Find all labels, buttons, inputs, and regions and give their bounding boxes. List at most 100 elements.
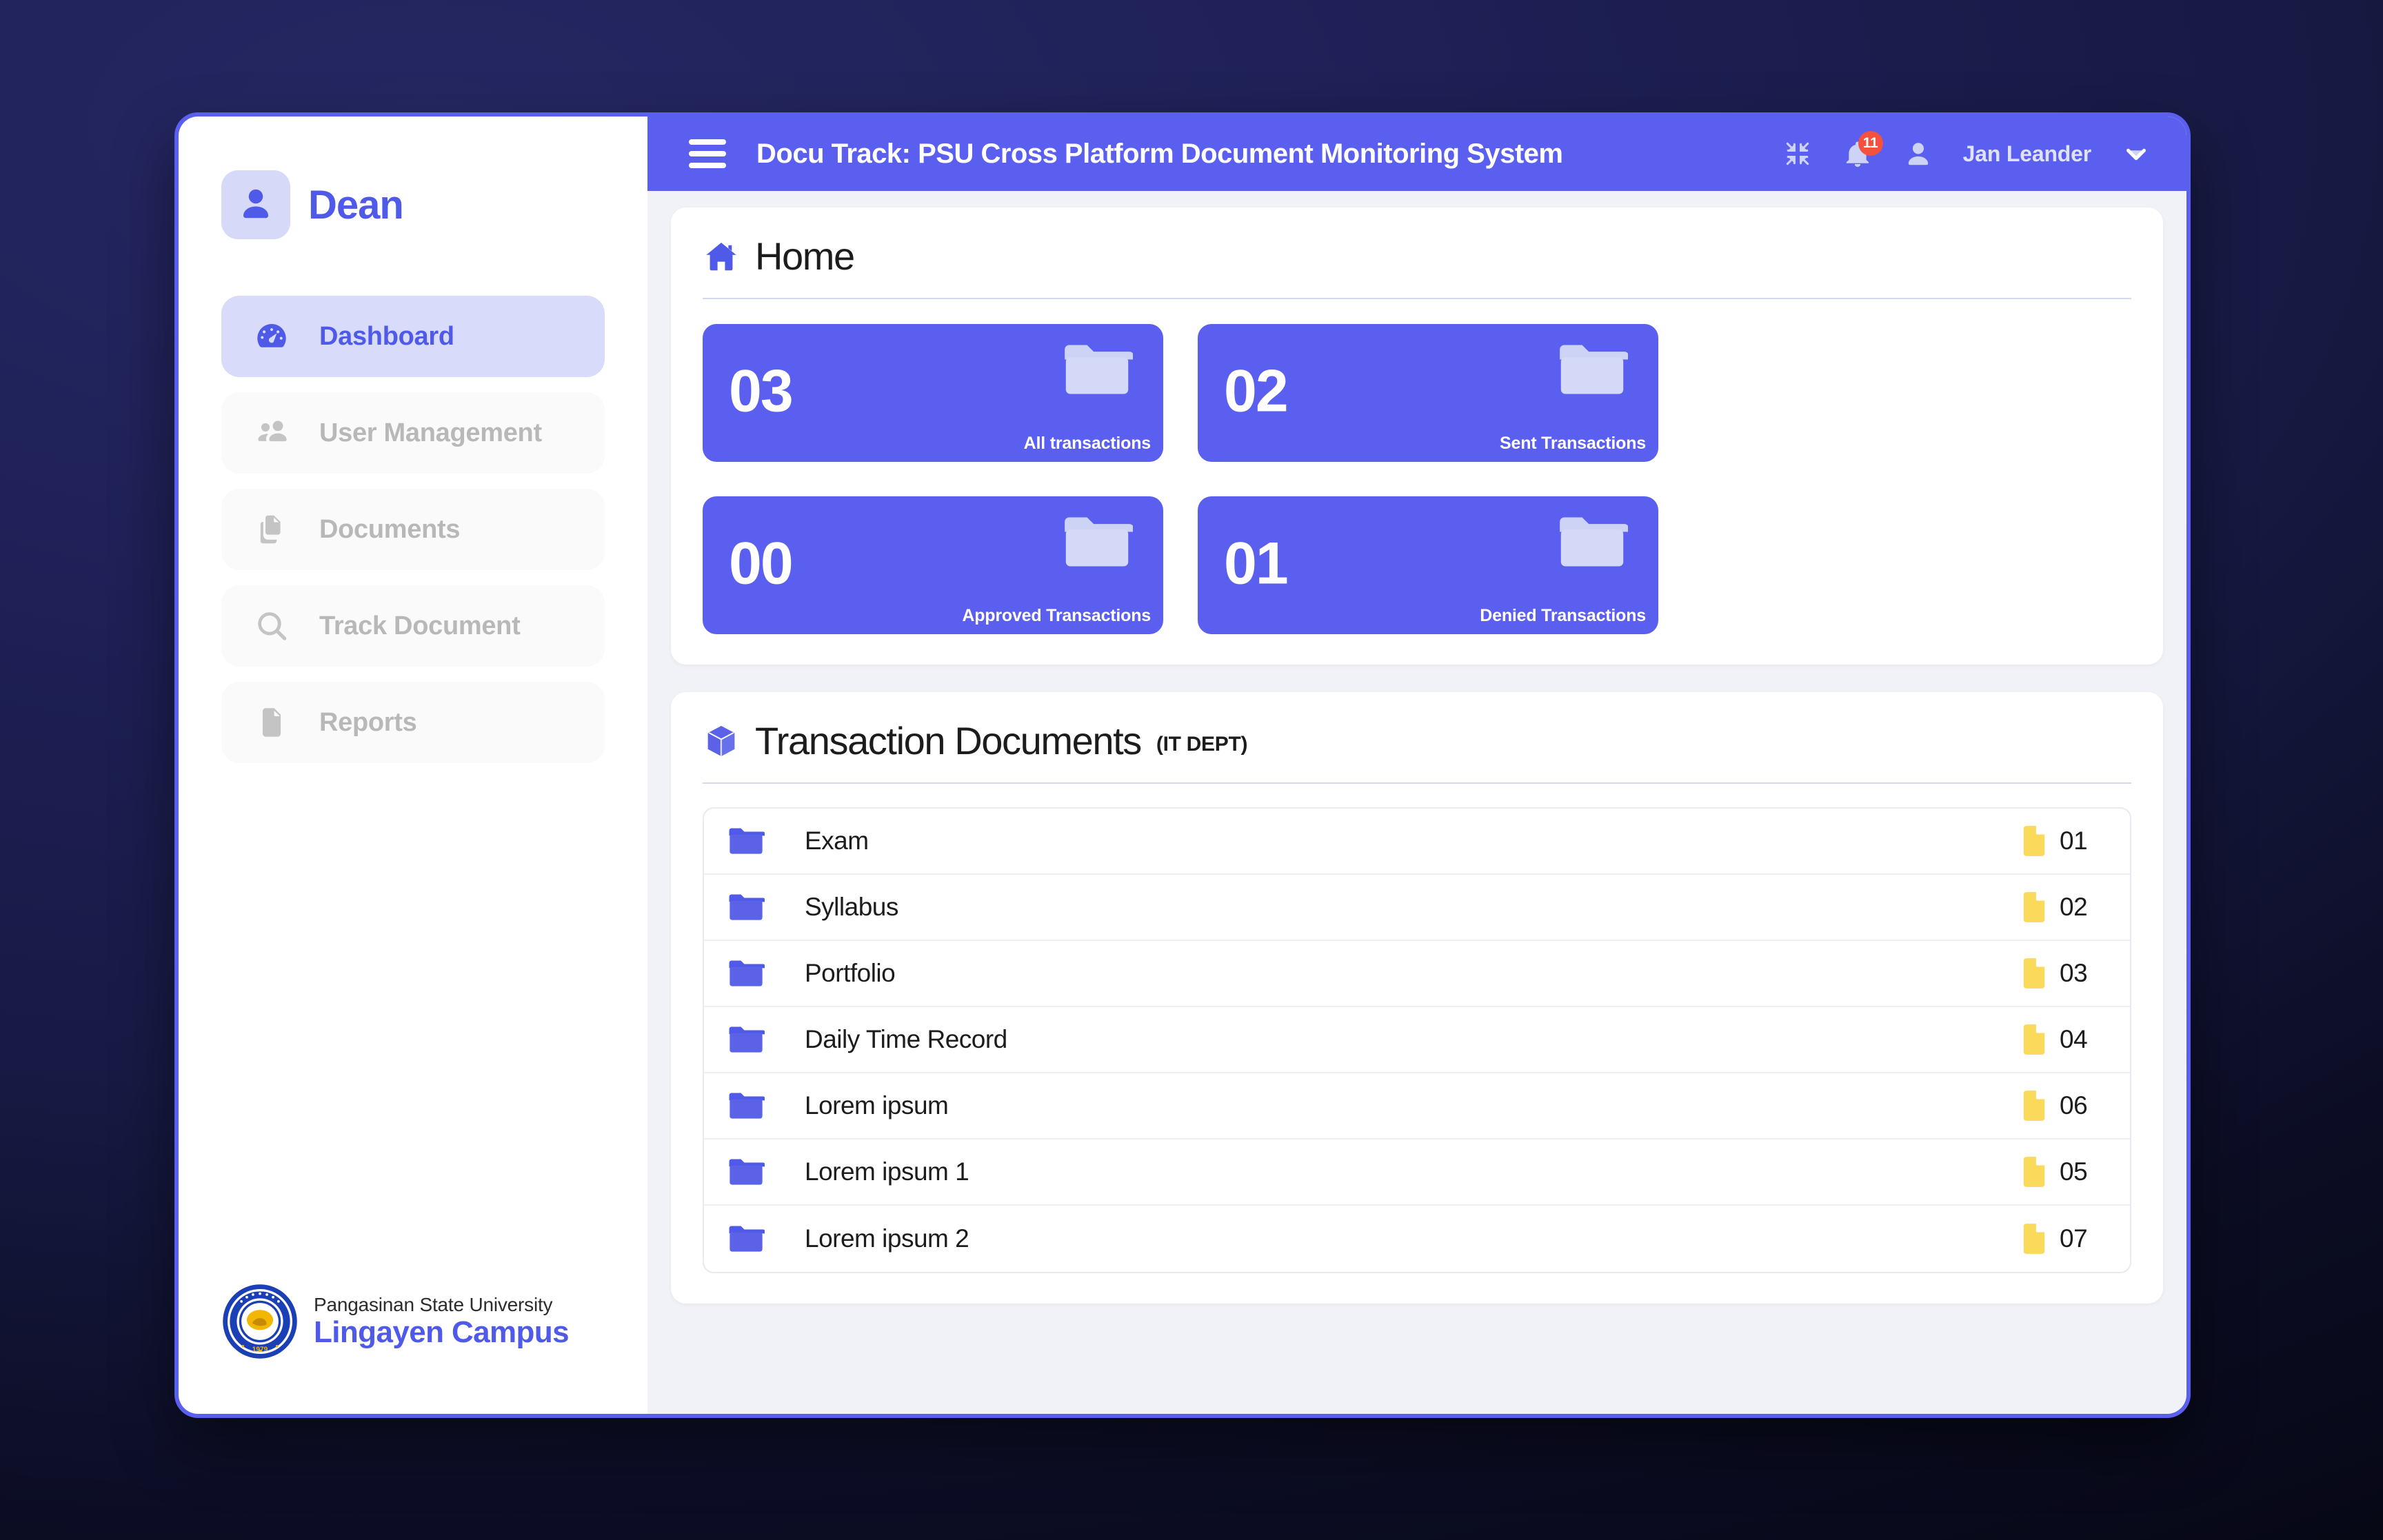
document-count-group: 02	[2021, 891, 2102, 923]
file-icon	[2023, 1024, 2045, 1055]
document-name: Lorem ipsum 2	[805, 1224, 969, 1253]
document-count: 04	[2060, 1025, 2088, 1053]
folder-icon	[729, 894, 765, 920]
file-icon	[2023, 826, 2045, 856]
psu-seal-icon: 1979	[223, 1284, 297, 1359]
sidebar-item-dashboard[interactable]: Dashboard	[221, 296, 605, 377]
file-icon	[2023, 1091, 2045, 1121]
user-name[interactable]: Jan Leander	[1963, 141, 2092, 167]
transaction-documents-header: Transaction Documents (IT DEPT)	[703, 718, 2131, 763]
folder-icon	[729, 828, 765, 854]
psu-logo: 1979 Pangasinan State University Lingaye…	[221, 1283, 570, 1360]
sidebar-item-track-document[interactable]: Track Document	[221, 585, 605, 667]
stat-card-approved-transactions[interactable]: 00 Approved Transactions	[703, 496, 1163, 634]
panel-title: Transaction Documents	[755, 719, 1142, 762]
chevron-down-icon[interactable]	[2120, 138, 2152, 170]
psu-logo-text: Pangasinan State University Lingayen Cam…	[314, 1293, 570, 1349]
sidebar-item-user-management[interactable]: User Management	[221, 392, 605, 474]
user-icon	[221, 170, 290, 239]
table-row[interactable]: Lorem ipsum 06	[704, 1073, 2130, 1139]
sidebar: Dean Dashboard User Management Documents	[179, 116, 647, 1414]
transaction-documents-panel: Transaction Documents (IT DEPT) Exam 01 …	[671, 692, 2163, 1304]
stat-label: Sent Transactions	[1500, 434, 1646, 453]
folder-icon	[1065, 517, 1133, 567]
home-panel: Home 03 All transactions 02 Sent Transac…	[671, 207, 2163, 665]
table-row[interactable]: Lorem ipsum 1 05	[704, 1139, 2130, 1206]
document-list: Exam 01 Syllabus 02 Portfolio 03 Daily T…	[703, 807, 2131, 1273]
search-icon	[252, 606, 292, 646]
users-icon	[252, 413, 292, 453]
document-name: Daily Time Record	[805, 1025, 1007, 1053]
table-row[interactable]: Exam 01	[704, 809, 2130, 875]
file-icon	[2023, 958, 2045, 989]
cube-icon	[703, 722, 740, 760]
stat-card-denied-transactions[interactable]: 01 Denied Transactions	[1198, 496, 1658, 634]
document-name: Syllabus	[805, 893, 898, 921]
file-icon	[2023, 1157, 2045, 1187]
svg-text:1979: 1979	[252, 1346, 268, 1354]
stat-value: 03	[729, 358, 794, 425]
file-icon	[2023, 1224, 2045, 1254]
document-count-group: 03	[2021, 958, 2102, 989]
sidebar-item-label: Dashboard	[319, 321, 454, 351]
file-icon	[252, 702, 292, 742]
sidebar-nav: Dashboard User Management Documents Trac…	[221, 296, 605, 763]
university-name: Pangasinan State University	[314, 1293, 553, 1315]
stat-label: Approved Transactions	[962, 606, 1151, 625]
topbar: Docu Track: PSU Cross Platform Document …	[647, 116, 2186, 191]
document-name: Exam	[805, 827, 869, 855]
page-title: Home	[755, 234, 855, 278]
folder-icon	[729, 960, 765, 986]
collapse-icon[interactable]	[1782, 139, 1813, 169]
home-icon	[703, 238, 740, 275]
document-count: 01	[2060, 827, 2088, 855]
sidebar-item-documents[interactable]: Documents	[221, 489, 605, 570]
document-count: 07	[2060, 1224, 2088, 1253]
stat-label: Denied Transactions	[1480, 606, 1646, 625]
table-row[interactable]: Syllabus 02	[704, 875, 2130, 941]
dashboard-icon	[252, 316, 292, 356]
content-area: Home 03 All transactions 02 Sent Transac…	[647, 191, 2186, 1304]
sidebar-item-label: User Management	[319, 418, 542, 447]
stat-value: 02	[1224, 358, 1289, 425]
stat-card-sent-transactions[interactable]: 02 Sent Transactions	[1198, 324, 1658, 462]
divider	[703, 782, 2131, 784]
folder-icon	[729, 1159, 765, 1185]
folder-icon	[729, 1226, 765, 1252]
hamburger-icon[interactable]	[689, 139, 726, 168]
sidebar-item-reports[interactable]: Reports	[221, 682, 605, 763]
folder-icon	[729, 1093, 765, 1119]
stat-card-grid: 03 All transactions 02 Sent Transactions…	[703, 324, 2131, 634]
avatar[interactable]	[1902, 138, 1934, 170]
documents-icon	[252, 509, 292, 549]
table-row[interactable]: Portfolio 03	[704, 941, 2130, 1007]
topbar-actions: 11 Jan Leander	[1782, 131, 2152, 170]
document-count: 06	[2060, 1091, 2088, 1119]
document-count: 03	[2060, 959, 2088, 987]
stat-card-all-transactions[interactable]: 03 All transactions	[703, 324, 1163, 462]
sidebar-item-label: Documents	[319, 514, 461, 544]
document-count-group: 04	[2021, 1024, 2102, 1055]
notification-badge: 11	[1858, 131, 1883, 156]
stat-label: All transactions	[1023, 434, 1152, 453]
folder-icon	[729, 1026, 765, 1053]
table-row[interactable]: Daily Time Record 04	[704, 1007, 2130, 1073]
document-count: 05	[2060, 1157, 2088, 1186]
stat-value: 01	[1224, 530, 1289, 597]
sidebar-brand-label: Dean	[308, 182, 404, 227]
bell-icon[interactable]: 11	[1842, 131, 1883, 170]
main-region: Docu Track: PSU Cross Platform Document …	[647, 116, 2186, 1414]
document-count-group: 06	[2021, 1090, 2102, 1122]
panel-subtitle: (IT DEPT)	[1156, 733, 1248, 756]
divider	[703, 298, 2131, 299]
document-count-group: 07	[2021, 1223, 2102, 1255]
table-row[interactable]: Lorem ipsum 2 07	[704, 1206, 2130, 1272]
stat-value: 00	[729, 530, 794, 597]
folder-icon	[1560, 345, 1628, 394]
app-window: Dean Dashboard User Management Documents	[174, 112, 2191, 1418]
document-name: Lorem ipsum	[805, 1091, 949, 1119]
folder-icon	[1065, 345, 1133, 394]
document-count-group: 05	[2021, 1156, 2102, 1188]
document-name: Portfolio	[805, 959, 896, 987]
file-icon	[2023, 892, 2045, 922]
